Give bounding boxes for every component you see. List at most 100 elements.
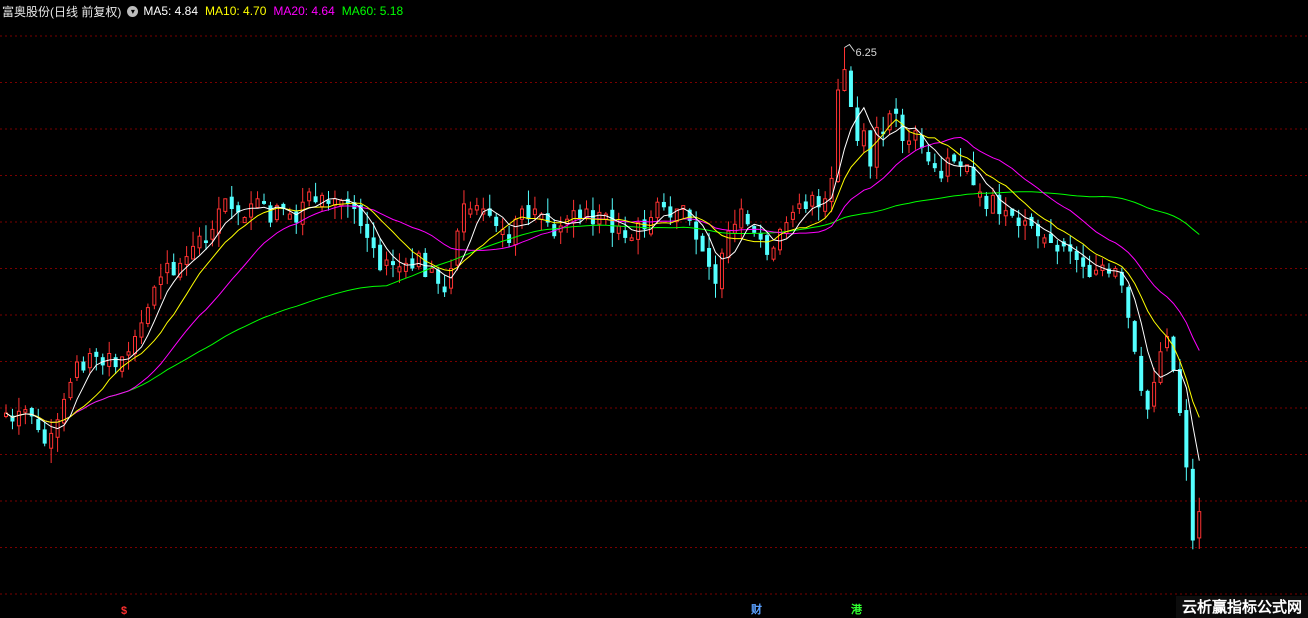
ma10-line — [5, 118, 1200, 423]
candle-body-up — [145, 307, 150, 325]
candle-body-down — [1087, 264, 1092, 277]
candle-body-up — [990, 194, 995, 214]
peak-pointer — [844, 43, 855, 52]
candle-body-up — [16, 410, 21, 427]
hk-connect-marker[interactable]: 港 — [851, 601, 862, 617]
candle-body-up — [339, 200, 344, 207]
candle-body-up — [597, 211, 602, 225]
candle-body-down — [1190, 468, 1195, 541]
candle-body-up — [87, 353, 92, 369]
candle-body-down — [1055, 244, 1060, 252]
candle-body-up — [1042, 237, 1047, 244]
candle-body-up — [384, 259, 389, 266]
candle-body-down — [378, 244, 383, 271]
candle-body-down — [229, 196, 234, 209]
candle-body-up — [513, 218, 518, 246]
candle-body-down — [590, 210, 595, 225]
candlestick-chart[interactable] — [0, 0, 1308, 618]
financial-report-marker[interactable]: 财 — [751, 601, 762, 617]
candle-body-down — [1139, 355, 1144, 391]
candle-body-up — [126, 351, 131, 356]
candle-body-down — [391, 261, 395, 266]
candle-body-down — [661, 201, 666, 208]
candle-body-down — [894, 108, 899, 114]
candle-body-up — [739, 208, 744, 229]
candle-body-up — [133, 336, 137, 355]
candle-body-down — [94, 351, 99, 357]
candle-body-up — [907, 140, 911, 145]
candle-body-down — [939, 170, 944, 179]
candle-body-up — [74, 361, 79, 378]
candle-body-down — [971, 166, 976, 186]
candle-body-down — [442, 286, 447, 293]
ma20-line — [5, 136, 1200, 423]
candle-body-up — [468, 208, 473, 215]
candle-body-up — [861, 130, 866, 147]
candle-body-up — [191, 245, 196, 260]
candle-body-down — [1132, 321, 1137, 352]
candle-body-up — [532, 208, 537, 216]
candle-body-down — [700, 235, 705, 252]
candle-body-down — [803, 201, 808, 209]
candle-body-down — [758, 232, 763, 240]
candle-body-down — [113, 357, 118, 368]
candle-body-up — [1003, 210, 1008, 217]
candle-body-up — [68, 381, 73, 399]
candle-body-down — [745, 213, 750, 225]
candle-body-down — [932, 163, 937, 169]
candle-body-up — [223, 198, 228, 212]
candle-body-down — [268, 205, 273, 223]
candle-body-down — [1074, 250, 1079, 260]
candle-body-down — [410, 258, 415, 269]
candle-body-down — [926, 151, 931, 162]
ma60-line — [5, 191, 1200, 423]
candle-body-down — [848, 70, 853, 107]
candle-body-up — [307, 191, 312, 202]
candle-body-up — [797, 203, 802, 209]
candle-body-up — [255, 198, 260, 209]
candle-body-down — [707, 248, 712, 267]
candle-body-down — [171, 261, 176, 276]
dividend-marker[interactable]: $ — [121, 605, 127, 617]
candle-body-down — [1081, 257, 1086, 267]
candle-body-up — [1197, 511, 1202, 539]
candle-body-up — [139, 322, 144, 338]
candle-body-down — [294, 211, 299, 223]
candle-body-up — [429, 268, 434, 273]
candle-body-down — [326, 200, 331, 204]
candle-body-up — [242, 217, 247, 224]
candle-body-down — [578, 209, 583, 220]
candle-body-up — [732, 223, 737, 234]
candle-body-down — [668, 206, 673, 218]
candle-body-up — [1113, 268, 1118, 277]
candle-body-down — [900, 114, 905, 141]
candle-body-up — [461, 203, 466, 233]
candle-body-down — [765, 235, 770, 255]
candle-body-down — [526, 205, 531, 220]
candle-body-down — [1016, 217, 1021, 226]
candle-body-down — [952, 154, 957, 162]
candle-body-up — [455, 230, 460, 266]
candle-body-up — [165, 262, 170, 274]
candle-body-down — [365, 223, 370, 238]
candle-body-up — [49, 432, 54, 449]
candle-body-down — [1048, 233, 1053, 243]
candle-body-up — [184, 256, 189, 265]
candle-body-up — [771, 247, 776, 260]
candle-body-down — [1126, 287, 1131, 318]
candle-body-down — [262, 201, 266, 204]
candle-body-up — [945, 157, 950, 177]
candle-body-down — [958, 161, 963, 167]
candle-body-down — [610, 209, 615, 233]
candle-body-up — [1152, 381, 1157, 407]
candle-body-down — [1184, 410, 1189, 468]
candle-body-up — [790, 211, 795, 220]
candle-body-up — [320, 194, 325, 208]
watermark: 云析赢指标公式网 — [1175, 596, 1308, 618]
candle-body-up — [1094, 269, 1099, 275]
candle-body-up — [842, 69, 847, 91]
candle-body-up — [616, 225, 621, 234]
candle-body-up — [913, 130, 918, 141]
candle-body-down — [694, 221, 699, 240]
candle-body-down — [42, 429, 47, 444]
